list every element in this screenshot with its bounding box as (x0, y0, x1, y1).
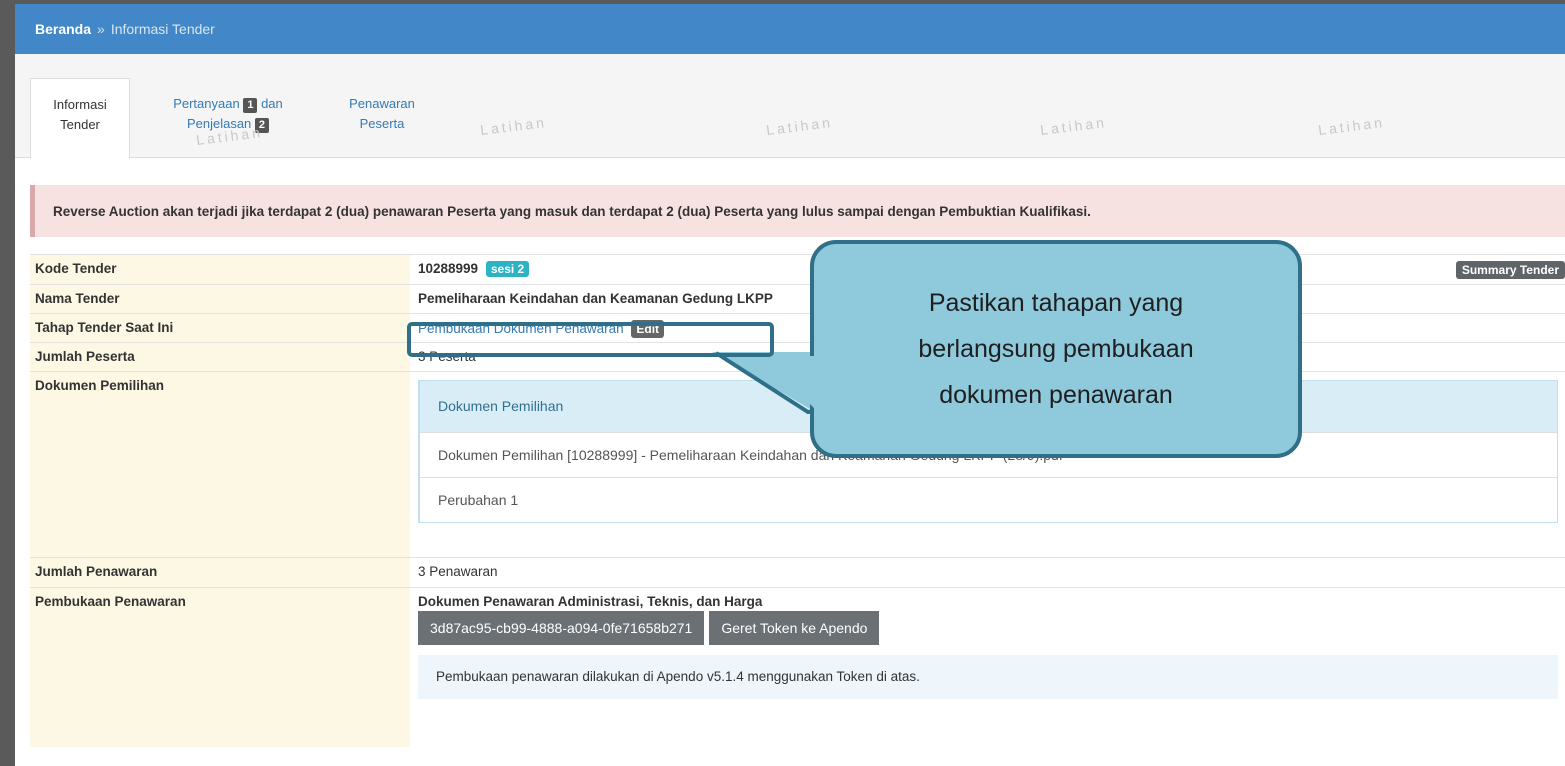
callout-line: berlangsung pembukaan (918, 335, 1194, 363)
instruction-callout: Pastikan tahapan yang berlangsung pembuk… (810, 240, 1302, 458)
callout-pointer (712, 351, 850, 415)
callout-line: dokumen penawaran (939, 381, 1173, 409)
current-stage-highlight (407, 322, 774, 357)
callout-line: Pastikan tahapan yang (928, 289, 1184, 317)
